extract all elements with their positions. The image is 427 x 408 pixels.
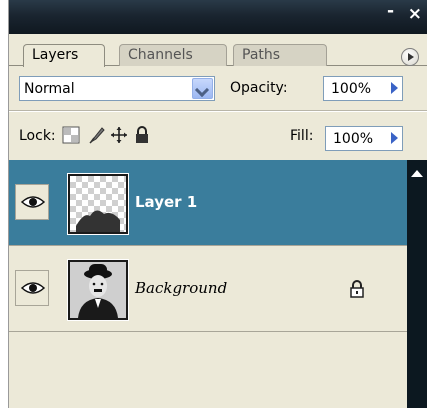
tab-paths[interactable]: Paths bbox=[233, 44, 327, 66]
tab-layers[interactable]: Layers bbox=[23, 44, 105, 67]
eye-icon bbox=[21, 282, 45, 294]
blend-options-row: Normal Opacity: 100% bbox=[9, 66, 427, 106]
scroll-up-icon[interactable] bbox=[411, 170, 423, 177]
lock-all-icon[interactable] bbox=[133, 126, 151, 144]
tab-channels[interactable]: Channels bbox=[119, 44, 227, 66]
visibility-toggle[interactable] bbox=[15, 184, 49, 220]
fill-label: Fill: bbox=[290, 128, 314, 144]
layer-thumbnail-art bbox=[76, 210, 120, 232]
layer-row-layer-1[interactable]: Layer 1 bbox=[9, 160, 407, 246]
divider bbox=[9, 110, 427, 112]
lock-icon bbox=[349, 280, 365, 298]
lock-image-pixels-icon[interactable] bbox=[88, 126, 106, 144]
layer-thumbnail bbox=[67, 173, 129, 235]
blend-mode-select[interactable]: Normal bbox=[19, 76, 215, 101]
opacity-slider-arrow-icon[interactable] bbox=[391, 82, 398, 94]
visibility-toggle[interactable] bbox=[15, 270, 49, 306]
scrollbar[interactable] bbox=[407, 160, 427, 408]
minimize-button[interactable]: - bbox=[387, 1, 394, 21]
portrait-thumbnail-art bbox=[70, 262, 126, 318]
close-button[interactable]: × bbox=[408, 4, 422, 24]
layer-row-background[interactable]: Background bbox=[9, 246, 407, 332]
fill-value: 100% bbox=[333, 131, 374, 147]
opacity-label: Opacity: bbox=[230, 80, 288, 96]
eye-icon bbox=[21, 196, 45, 208]
blend-mode-value: Normal bbox=[24, 81, 75, 97]
layers-panel: - × Channels Paths Layers Normal Opacity… bbox=[8, 0, 427, 408]
lock-label: Lock: bbox=[19, 128, 56, 144]
layers-list: Layer 1 Background bbox=[9, 160, 407, 408]
lock-position-icon[interactable] bbox=[110, 126, 128, 144]
fill-field[interactable]: 100% bbox=[325, 126, 403, 151]
panel-tabs: Channels Paths Layers bbox=[9, 34, 427, 67]
opacity-value: 100% bbox=[331, 81, 372, 97]
lock-options-row: Lock: Fill: 100% bbox=[9, 114, 427, 158]
opacity-field[interactable]: 100% bbox=[323, 76, 403, 101]
layer-thumbnail bbox=[67, 259, 129, 321]
chevron-down-icon[interactable] bbox=[192, 78, 213, 99]
layer-name[interactable]: Layer 1 bbox=[135, 193, 197, 211]
panel-title-bar[interactable]: - × bbox=[9, 0, 427, 34]
lock-transparent-pixels-icon[interactable] bbox=[62, 126, 80, 144]
panel-menu-icon[interactable] bbox=[401, 48, 419, 66]
layer-name[interactable]: Background bbox=[135, 279, 227, 297]
fill-slider-arrow-icon[interactable] bbox=[391, 132, 398, 144]
